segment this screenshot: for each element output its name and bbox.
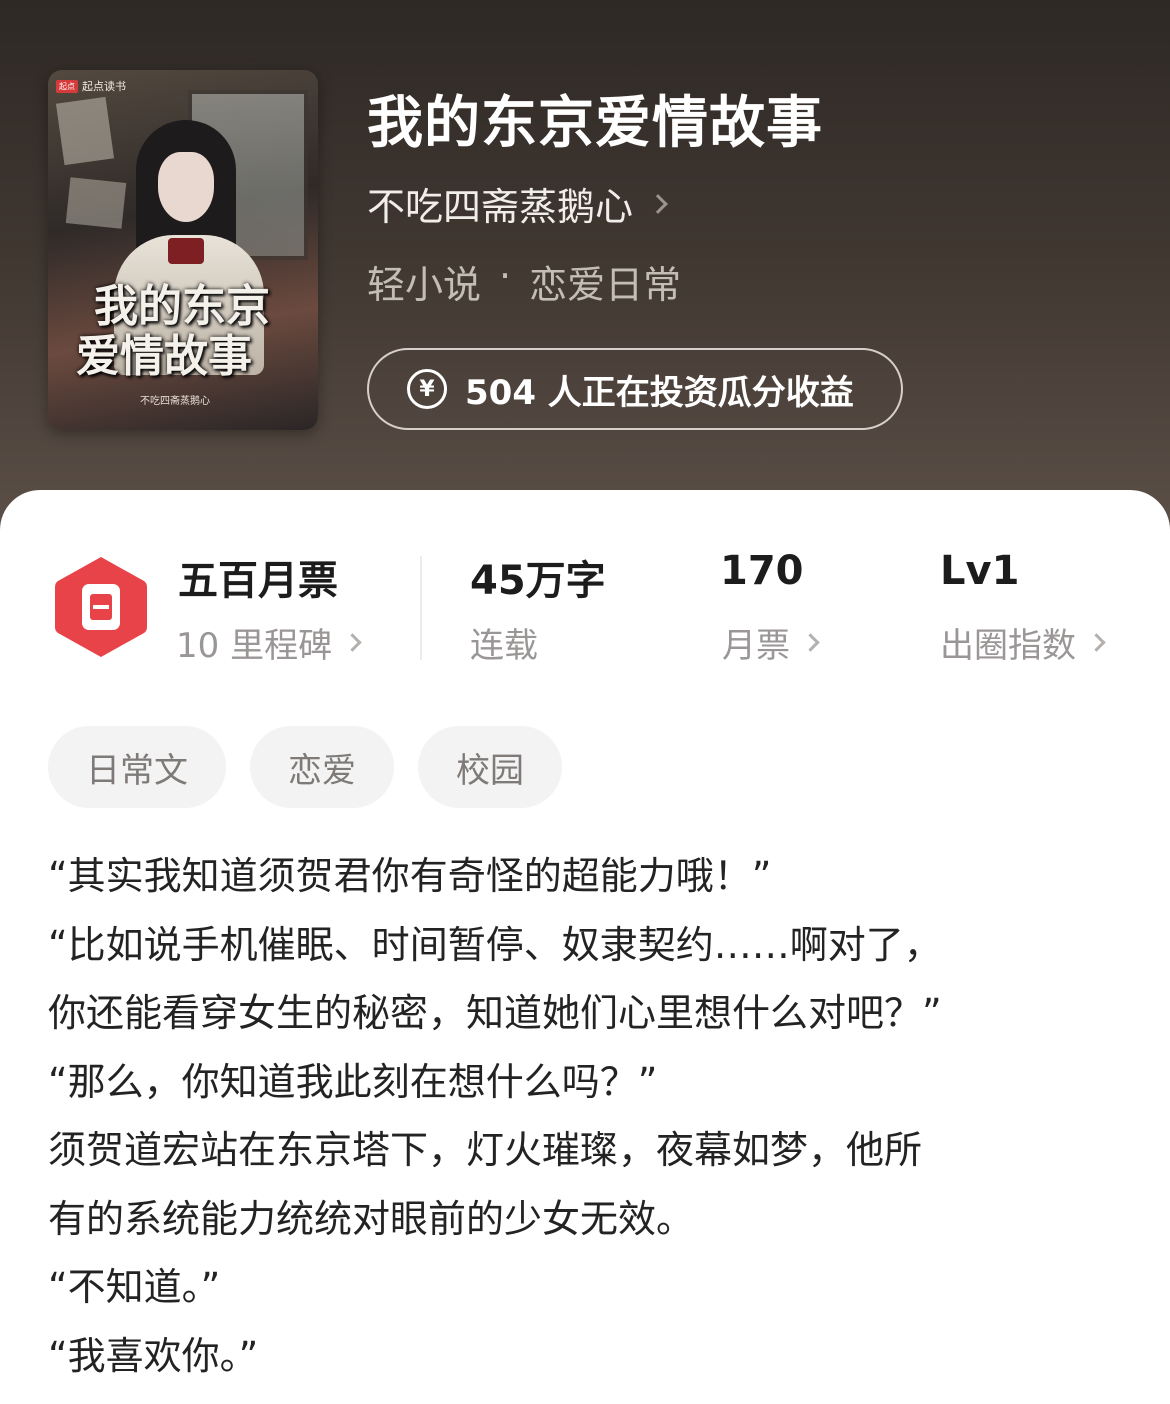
monthly-votes-label: 月票	[722, 626, 790, 666]
synopsis[interactable]: “其实我知道须贺君你有奇怪的超能力哦！” “比如说手机催眠、时间暂停、奴隶契约……	[48, 842, 1128, 1390]
monthly-votes-value: 170	[720, 548, 804, 594]
book-title: 我的东京爱情故事	[367, 91, 823, 156]
synopsis-line: “那么，你知道我此刻在想什么吗？”	[48, 1059, 658, 1104]
cover-paper-art	[65, 177, 127, 229]
milestone-title: 五百月票	[178, 558, 338, 604]
detail-card: 五百月票 10 里程碑 45万字 连载 170 月票 Lv1 出圈指数 日常文	[0, 490, 1170, 1404]
cover-character-bow	[168, 238, 204, 264]
cover-author: 不吃四斋蒸鹅心	[140, 396, 210, 407]
synopsis-line: 你还能看穿女生的秘密，知道她们心里想什么对吧？”	[48, 991, 942, 1035]
monthly-votes-link[interactable]: 月票	[722, 618, 820, 667]
synopsis-line: 须贺道宏站在东京塔下，灯火璀璨，夜幕如梦，他所	[48, 1128, 923, 1172]
book-header: 起点 起点读书 我的东京 爱情故事 不吃四斋蒸鹅心 我的东京爱情故事 不吃四斋蒸…	[0, 0, 1170, 540]
yen-coin-icon: ¥	[407, 369, 447, 409]
chevron-right-icon	[1087, 633, 1106, 652]
genre-separator: ·	[499, 254, 512, 298]
genre-sub[interactable]: 恋爱日常	[529, 254, 681, 309]
milestone-sub: 10 里程碑	[176, 626, 333, 666]
chevron-right-icon	[801, 633, 820, 652]
genre-main[interactable]: 轻小说	[367, 254, 481, 309]
cover-character-face	[158, 152, 214, 222]
synopsis-line: “比如说手机催眠、时间暂停、奴隶契约……啊对了，	[48, 922, 942, 967]
cover-title-line2: 爱情故事	[76, 331, 252, 382]
cover-publisher-badge: 起点	[56, 79, 78, 93]
synopsis-line: “其实我知道须贺君你有奇怪的超能力哦！”	[48, 854, 772, 898]
book-cover[interactable]: 起点 起点读书 我的东京 爱情故事 不吃四斋蒸鹅心	[48, 70, 318, 430]
stats-bar: 五百月票 10 里程碑 45万字 连载 170 月票 Lv1 出圈指数	[0, 490, 1170, 690]
author-link[interactable]: 不吃四斋蒸鹅心	[367, 176, 668, 231]
popularity-index-link[interactable]: 出圈指数	[940, 618, 1106, 667]
invest-text: 504 人正在投资瓜分收益	[465, 372, 854, 413]
tag-chip[interactable]: 校园	[418, 726, 562, 808]
synopsis-line: 有的系统能力统统对眼前的少女无效。	[48, 1196, 695, 1241]
cover-paper-art	[55, 96, 115, 166]
tag-chip[interactable]: 日常文	[48, 726, 226, 808]
popularity-index-label: 出圈指数	[940, 626, 1076, 666]
cover-title-line1: 我的东京	[94, 281, 270, 332]
book-detail-page: 起点 起点读书 我的东京 爱情故事 不吃四斋蒸鹅心 我的东京爱情故事 不吃四斋蒸…	[0, 0, 1170, 1404]
cover-publisher-logo: 起点 起点读书	[56, 78, 126, 94]
cover-title-art: 我的东京 爱情故事	[76, 282, 306, 382]
word-count-status: 连载	[470, 618, 538, 667]
synopsis-line: “不知道。”	[48, 1265, 221, 1309]
author-name: 不吃四斋蒸鹅心	[367, 185, 634, 229]
genre-row: 轻小说 · 恋爱日常	[367, 254, 681, 309]
serial-status: 连载	[470, 626, 538, 666]
word-count-value: 45万字	[470, 558, 606, 604]
popularity-level-value: Lv1	[940, 548, 1020, 594]
milestone-link[interactable]: 10 里程碑	[176, 618, 362, 667]
cover-publisher-name: 起点读书	[82, 80, 126, 93]
stats-divider	[420, 556, 422, 660]
synopsis-line: “我喜欢你。”	[48, 1333, 259, 1378]
tag-list: 日常文 恋爱 校园	[48, 726, 562, 808]
chevron-right-icon	[648, 193, 668, 214]
tag-chip[interactable]: 恋爱	[250, 726, 394, 808]
invest-button[interactable]: ¥ 504 人正在投资瓜分收益	[367, 348, 903, 430]
chevron-right-icon	[343, 633, 362, 652]
ticket-badge-icon	[55, 557, 147, 657]
